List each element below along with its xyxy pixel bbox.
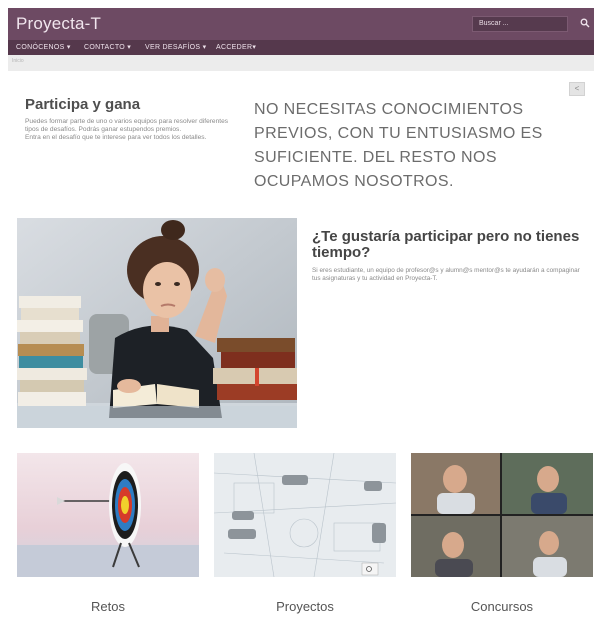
proyectos-card-image[interactable]: [214, 453, 396, 577]
retos-card-image[interactable]: [17, 453, 199, 577]
participa-text: Puedes formar parte de uno o varios equi…: [25, 118, 240, 142]
nav-item-contacto[interactable]: CONTACTO ▾: [84, 43, 131, 51]
search-input[interactable]: Buscar ...: [472, 16, 568, 32]
share-button[interactable]: <: [569, 82, 585, 96]
main-nav: CONÓCENOS ▾ CONTACTO ▾ VER DESAFÍOS ▾ AC…: [8, 40, 594, 55]
nav-item-ver-desafios[interactable]: VER DESAFÍOS ▾: [145, 43, 206, 51]
nav-item-acceder[interactable]: ACCEDER▾: [216, 43, 256, 51]
search-icon[interactable]: [580, 18, 590, 28]
breadcrumb-home[interactable]: Inicio: [12, 58, 24, 64]
nav-item-conocenos[interactable]: CONÓCENOS ▾: [16, 43, 71, 51]
retos-caption[interactable]: Retos: [18, 599, 198, 614]
participa-heading: Participa y gana: [25, 96, 141, 113]
concursos-caption[interactable]: Concursos: [412, 599, 592, 614]
participa-text-line2: Entra en el desafío que te interese para…: [25, 134, 207, 141]
share-icon: <: [574, 84, 580, 93]
student-books-photo: [17, 218, 297, 428]
tiempo-text: Si eres estudiante, un equipo de profeso…: [312, 267, 580, 282]
headline-message: NO NECESITAS CONOCIMIENTOS PREVIOS, CON …: [254, 101, 543, 190]
proyectos-caption[interactable]: Proyectos: [215, 599, 395, 614]
concursos-card-image[interactable]: [411, 453, 593, 577]
site-logo[interactable]: Proyecta-T: [16, 14, 101, 34]
participa-text-line1: Puedes formar parte de uno o varios equi…: [25, 118, 229, 133]
tiempo-heading: ¿Te gustaría participar pero no tienes t…: [312, 228, 580, 261]
breadcrumb: Inicio: [8, 55, 594, 71]
